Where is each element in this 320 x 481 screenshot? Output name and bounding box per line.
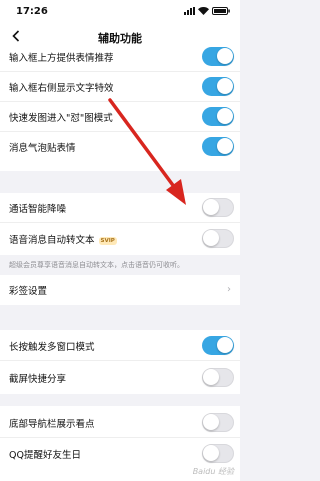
- row-label: 快速发图进入"怼"图模式: [9, 113, 113, 124]
- toggle-multi-window[interactable]: [202, 336, 234, 355]
- row-label: 彩签设置: [9, 286, 48, 297]
- wifi-icon: [198, 7, 209, 15]
- row-label: QQ提醒好友生日: [9, 450, 81, 461]
- row-birthday-reminder: QQ提醒好友生日: [0, 439, 240, 469]
- row-screenshot-share: 截屏快捷分享: [0, 363, 240, 393]
- row-label: 底部导航栏展示看点: [9, 419, 95, 430]
- row-tag-settings[interactable]: 彩签设置 ›: [0, 275, 240, 305]
- row-text-effects: 输入框右侧显示文字特效: [0, 72, 240, 102]
- row-label: 通话智能降噪: [9, 204, 67, 215]
- toggle-birthday-reminder[interactable]: [202, 444, 234, 463]
- svip-badge: SVIP: [98, 236, 117, 245]
- settings-group-emoji: 输入框上方提供表情推荐 输入框右侧显示文字特效 快速发图进入"怼"图模式 消息气…: [0, 47, 240, 171]
- watermark: Baidu 经验: [192, 467, 234, 476]
- toggle-emoji-recommend[interactable]: [202, 47, 234, 66]
- row-emoji-recommend: 输入框上方提供表情推荐: [0, 42, 240, 72]
- row-label: 截屏快捷分享: [9, 374, 67, 385]
- toggle-voice-to-text[interactable]: [202, 229, 234, 248]
- settings-group-tags: 彩签设置 ›: [0, 275, 240, 305]
- row-label: 输入框右侧显示文字特效: [9, 83, 114, 94]
- toggle-screenshot-share[interactable]: [202, 368, 234, 387]
- row-noise-reduction: 通话智能降噪: [0, 193, 240, 223]
- voice-hint-text: 超级会员尊享语音消息自动转文本，点击语音仍可收听。: [9, 261, 184, 269]
- toggle-bubble-sticker[interactable]: [202, 137, 234, 156]
- row-voice-to-text: 语音消息自动转文本 SVIP: [0, 224, 240, 254]
- row-label: 输入框上方提供表情推荐: [9, 53, 114, 64]
- settings-group-voice: 通话智能降噪 语音消息自动转文本 SVIP: [0, 193, 240, 255]
- chevron-right-icon: ›: [227, 284, 231, 295]
- toggle-bottom-nav[interactable]: [202, 413, 234, 432]
- row-bottom-nav: 底部导航栏展示看点: [0, 408, 240, 438]
- battery-icon: [212, 7, 230, 15]
- toggle-noise-reduction[interactable]: [202, 198, 234, 217]
- status-time: 17:26: [16, 6, 48, 17]
- row-label: 语音消息自动转文本: [9, 235, 95, 246]
- toggle-quick-image[interactable]: [202, 107, 234, 126]
- settings-group-window: 长按触发多窗口模式 截屏快捷分享: [0, 330, 240, 394]
- row-multi-window: 长按触发多窗口模式: [0, 331, 240, 361]
- row-bubble-sticker: 消息气泡贴表情: [0, 132, 240, 162]
- row-label: 消息气泡贴表情: [9, 143, 76, 154]
- status-bar: 17:26: [0, 0, 240, 24]
- toggle-text-effects[interactable]: [202, 77, 234, 96]
- row-label: 长按触发多窗口模式: [9, 342, 95, 353]
- signal-icon: [184, 7, 195, 15]
- row-quick-image: 快速发图进入"怼"图模式: [0, 102, 240, 132]
